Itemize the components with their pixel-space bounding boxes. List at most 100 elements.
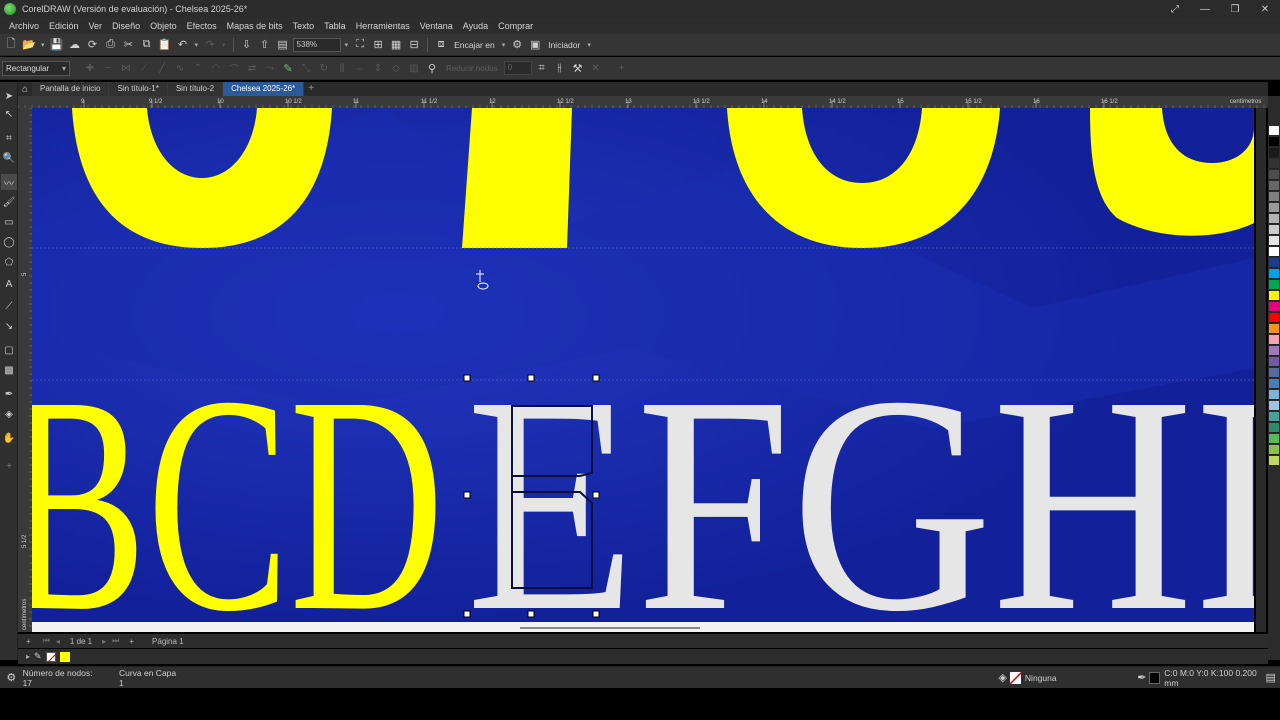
tab-page-1[interactable]: Página 1 <box>152 637 184 646</box>
smooth-node-icon[interactable]: ◠ <box>208 60 224 76</box>
palette-swatch[interactable] <box>1269 401 1279 411</box>
menu-comprar[interactable]: Comprar <box>493 21 538 31</box>
palette-swatch[interactable] <box>1269 412 1279 422</box>
curve-smoothness-input[interactable]: 0 <box>503 61 532 75</box>
prev-page-icon[interactable]: ◂ <box>56 637 60 646</box>
tab-chelsea[interactable]: Chelsea 2025-26* <box>223 82 305 96</box>
first-page-icon[interactable]: ⏮ <box>43 636 50 646</box>
redo-dropdown-icon[interactable]: ▾ <box>220 41 228 49</box>
horizontal-scrollbar[interactable] <box>520 627 700 629</box>
reverse-direction-icon[interactable]: ⇄ <box>244 60 260 76</box>
reduce-nodes-label[interactable]: Reducir nodos <box>442 64 502 73</box>
upload-cloud-icon[interactable]: ☁ <box>67 37 83 53</box>
tab-sin-titulo-1[interactable]: Sin título-1* <box>109 82 168 96</box>
close-property-icon[interactable]: ✕ <box>588 60 604 76</box>
add-tool-icon[interactable]: + <box>1 458 17 474</box>
menu-herramientas[interactable]: Herramientas <box>351 21 415 31</box>
align-nodes-icon[interactable]: ⫼ <box>334 60 350 76</box>
pick-tool-icon[interactable]: ➤ <box>1 88 17 104</box>
show-grid-icon[interactable]: ▦ <box>388 37 404 53</box>
snap-to-label[interactable]: Encajar en <box>451 40 498 50</box>
snap-dropdown-icon[interactable]: ▾ <box>500 41 508 49</box>
palette-toggle-icon[interactable]: ▤ <box>1263 670 1278 686</box>
copy-icon[interactable]: ⧉ <box>139 37 155 53</box>
launcher-icon[interactable]: ▣ <box>527 37 543 53</box>
open-icon[interactable]: 📂 <box>21 37 37 53</box>
mirror-v-icon[interactable]: ⇕ <box>370 60 386 76</box>
transparency-icon[interactable]: ▩ <box>1 362 17 378</box>
maximize-button[interactable]: ❐ <box>1220 0 1250 18</box>
palette-swatch[interactable] <box>1269 236 1279 246</box>
drop-shadow-icon[interactable]: ▢ <box>1 342 17 358</box>
tab-sin-titulo-2[interactable]: Sin título-2 <box>167 82 224 96</box>
rotate-nodes-icon[interactable]: ↻ <box>316 60 332 76</box>
vertical-scrollbar[interactable] <box>1256 108 1266 632</box>
palette-swatch[interactable] <box>1269 170 1279 180</box>
artistic-media-icon[interactable]: 🖌 <box>1 194 17 210</box>
zoom-tool-icon[interactable]: 🔍 <box>1 150 17 166</box>
palette-swatch[interactable] <box>1269 258 1279 268</box>
palette-swatch[interactable] <box>1269 445 1279 455</box>
polygon-tool-icon[interactable]: ⬠ <box>1 254 17 270</box>
sync-icon[interactable]: ⟳ <box>85 37 101 53</box>
delete-node-icon[interactable]: − <box>100 60 116 76</box>
export-icon[interactable]: ⇧ <box>257 37 273 53</box>
new-document-icon[interactable]: 🗋 <box>3 37 19 53</box>
last-page-icon[interactable]: ⏭ <box>112 636 119 646</box>
yellow-swatch[interactable] <box>59 651 70 662</box>
palette-swatch[interactable] <box>1269 137 1279 147</box>
connector-tool-icon[interactable]: ↘ <box>1 318 17 334</box>
node-options-icon[interactable]: ⚒ <box>570 60 586 76</box>
select-all-icon[interactable]: ⌗ <box>534 60 550 76</box>
palette-swatch[interactable] <box>1269 159 1279 169</box>
launcher-label[interactable]: Iniciador <box>545 40 583 50</box>
palette-swatch[interactable] <box>1269 346 1279 356</box>
parallel-dimension-icon[interactable]: ⟋ <box>1 298 17 314</box>
menu-ventana[interactable]: Ventana <box>415 21 458 31</box>
palette-swatch[interactable] <box>1269 313 1279 323</box>
smart-fill-icon[interactable]: ✋ <box>1 430 17 446</box>
no-color-swatch[interactable] <box>45 651 57 663</box>
cut-icon[interactable]: ✂ <box>121 37 137 53</box>
import-icon[interactable]: ⇩ <box>239 37 255 53</box>
crop-tool-icon[interactable]: ⌗ <box>1 130 17 146</box>
extend-curve-icon[interactable]: ⤳ <box>262 60 278 76</box>
new-tab-icon[interactable]: + <box>304 82 318 96</box>
menu-texto[interactable]: Texto <box>288 21 320 31</box>
palette-swatch[interactable] <box>1269 148 1279 158</box>
shape-tool-icon[interactable]: ↖ <box>1 106 17 122</box>
menu-ver[interactable]: Ver <box>84 21 108 31</box>
to-line-icon[interactable]: ╱ <box>154 60 170 76</box>
save-icon[interactable]: 💾 <box>49 37 65 53</box>
full-screen-icon[interactable]: ⛶ <box>352 37 368 53</box>
add-page-before-icon[interactable]: + <box>26 637 31 646</box>
launcher-dropdown-icon[interactable]: ▾ <box>585 41 593 49</box>
menu-objeto[interactable]: Objeto <box>145 21 182 31</box>
palette-swatch[interactable] <box>1269 225 1279 235</box>
break-curve-icon[interactable]: ⟋ <box>136 60 152 76</box>
stretch-nodes-icon[interactable]: ⤡ <box>298 60 314 76</box>
to-curve-icon[interactable]: ∿ <box>172 60 188 76</box>
ellipse-tool-icon[interactable]: ◯ <box>1 234 17 250</box>
palette-swatch[interactable] <box>1269 203 1279 213</box>
drawing-canvas[interactable]: BCD EFGHI <box>32 108 1254 622</box>
menu-archivo[interactable]: Archivo <box>4 21 44 31</box>
palette-swatch[interactable] <box>1269 390 1279 400</box>
tab-pantalla-de-inicio[interactable]: Pantalla de inicio <box>32 82 110 96</box>
palette-swatch[interactable] <box>1269 192 1279 202</box>
palette-swatch[interactable] <box>1269 291 1279 301</box>
palette-swatch[interactable] <box>1269 335 1279 345</box>
palette-swatch[interactable] <box>1269 302 1279 312</box>
print-icon[interactable]: ⎙ <box>103 37 119 53</box>
menu-ayuda[interactable]: Ayuda <box>458 21 493 31</box>
palette-swatch[interactable] <box>1269 423 1279 433</box>
paste-icon[interactable]: 📋 <box>157 37 173 53</box>
menu-edicion[interactable]: Edición <box>44 21 84 31</box>
close-button[interactable]: ✕ <box>1250 0 1280 18</box>
palette-swatch[interactable] <box>1269 269 1279 279</box>
menu-efectos[interactable]: Efectos <box>182 21 222 31</box>
add-node-icon[interactable]: ✚ <box>82 60 98 76</box>
outline-pen-icon[interactable]: ✒ <box>1135 670 1150 686</box>
zoom-level-input[interactable]: 538% <box>292 37 341 52</box>
mirror-h-icon[interactable]: ⇔ <box>352 60 368 76</box>
